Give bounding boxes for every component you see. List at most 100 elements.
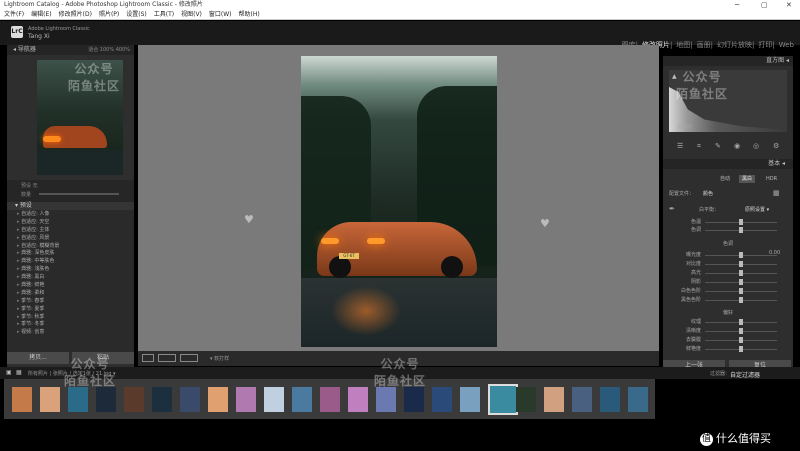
preset-item[interactable]: 季节: 秋季 bbox=[7, 313, 134, 321]
slider-knob[interactable] bbox=[739, 346, 743, 352]
filmstrip-thumbnail[interactable] bbox=[152, 387, 172, 412]
before-after-icon[interactable] bbox=[158, 354, 176, 362]
slider-knob[interactable] bbox=[739, 261, 743, 267]
preset-item[interactable]: 典雅: 黑白 bbox=[7, 273, 134, 281]
watermark: 公众号 陌鱼社区 bbox=[676, 70, 729, 101]
auto-button[interactable]: 自动 bbox=[717, 175, 733, 183]
preset-item[interactable]: 典雅: 柔和 bbox=[7, 289, 134, 297]
preset-item[interactable]: 典雅: 深色皮肤 bbox=[7, 249, 134, 257]
preset-item[interactable]: 季节: 春季 bbox=[7, 297, 134, 305]
preset-item[interactable]: 典雅: 浅肤色 bbox=[7, 265, 134, 273]
module-slideshow[interactable]: 幻灯片放映 bbox=[717, 41, 752, 49]
filmstrip-thumbnail[interactable] bbox=[460, 387, 480, 412]
filmstrip-thumbnail[interactable] bbox=[628, 387, 648, 412]
slider-knob[interactable] bbox=[739, 297, 743, 303]
slider-knob[interactable] bbox=[739, 279, 743, 285]
slider-knob[interactable] bbox=[739, 288, 743, 294]
light-reflection bbox=[331, 286, 401, 336]
hdr-button[interactable]: HDR bbox=[763, 175, 780, 183]
filmstrip-thumbnail[interactable] bbox=[292, 387, 312, 412]
menu-tools[interactable]: 工具(T) bbox=[154, 11, 174, 18]
slider-knob[interactable] bbox=[739, 252, 743, 258]
amount-slider[interactable] bbox=[39, 193, 119, 195]
filmstrip-thumbnail[interactable] bbox=[68, 387, 88, 412]
preset-item[interactable]: 自适应: 模糊背景 bbox=[7, 242, 134, 250]
filmstrip-thumbnail[interactable] bbox=[404, 387, 424, 412]
preset-item[interactable]: 自适应: 风景 bbox=[7, 234, 134, 242]
slider-knob[interactable] bbox=[739, 227, 743, 233]
filmstrip-thumbnail[interactable] bbox=[572, 387, 592, 412]
compare-icon[interactable] bbox=[180, 354, 198, 362]
presets-header[interactable]: ▾ 预设 bbox=[7, 202, 134, 210]
preset-item[interactable]: 典雅: 中等肤色 bbox=[7, 257, 134, 265]
preset-item[interactable]: 自适应: 人像 bbox=[7, 210, 134, 218]
filmstrip-thumbnail[interactable] bbox=[180, 387, 200, 412]
filmstrip-thumbnail[interactable] bbox=[432, 387, 452, 412]
filmstrip-thumbnail[interactable] bbox=[320, 387, 340, 412]
filmstrip-thumbnail[interactable] bbox=[12, 387, 32, 412]
preset-item[interactable]: 自适应: 天空 bbox=[7, 218, 134, 226]
wb-eyedropper-icon[interactable]: ✒ bbox=[669, 205, 675, 213]
profile-browser-icon[interactable]: ▦ bbox=[773, 189, 780, 197]
filmstrip-thumbnail[interactable] bbox=[516, 387, 536, 412]
gear-icon[interactable]: ⚙ bbox=[773, 142, 779, 150]
menu-settings[interactable]: 设置(S) bbox=[126, 11, 147, 18]
menu-edit[interactable]: 编辑(E) bbox=[31, 11, 51, 18]
menu-photo[interactable]: 照片(P) bbox=[99, 11, 119, 18]
menu-view[interactable]: 视图(V) bbox=[181, 11, 202, 18]
module-map[interactable]: 地图 bbox=[676, 41, 690, 49]
minimize-icon[interactable]: ─ bbox=[735, 0, 739, 10]
slider-knob[interactable] bbox=[739, 328, 743, 334]
secondary-display-icon[interactable]: ▣ bbox=[6, 369, 12, 376]
filmstrip-thumbnail[interactable] bbox=[208, 387, 228, 412]
edit-sliders-icon[interactable]: ☰ bbox=[677, 142, 683, 150]
wb-value[interactable]: 原照设置 ▾ bbox=[745, 206, 769, 213]
filmstrip-thumbnail[interactable] bbox=[488, 384, 518, 415]
filter-dropdown[interactable]: 自定过滤器 bbox=[730, 370, 760, 379]
crop-icon[interactable]: ⌗ bbox=[697, 142, 701, 151]
filmstrip-thumbnail[interactable] bbox=[544, 387, 564, 412]
menu-develop[interactable]: 修改照片(D) bbox=[59, 11, 92, 18]
preset-item[interactable]: 自适应: 主体 bbox=[7, 226, 134, 234]
filmstrip-thumbnail[interactable] bbox=[96, 387, 116, 412]
profile-value[interactable]: 颜色 bbox=[703, 190, 713, 197]
filmstrip-thumbnail[interactable] bbox=[348, 387, 368, 412]
bw-button[interactable]: 黑白 bbox=[739, 175, 756, 183]
navigator-header[interactable]: ◂ 导航器 适合 100% 400% bbox=[7, 45, 134, 55]
basic-header[interactable]: 基本 ◂ bbox=[663, 159, 793, 169]
filmstrip-thumbnail[interactable] bbox=[264, 387, 284, 412]
loupe-view-icon[interactable] bbox=[142, 354, 154, 362]
slider-knob[interactable] bbox=[739, 319, 743, 325]
module-print[interactable]: 打印 bbox=[758, 41, 772, 49]
filmstrip-thumbnail[interactable] bbox=[236, 387, 256, 412]
menu-help[interactable]: 帮助(H) bbox=[239, 11, 260, 18]
filmstrip-thumbnail[interactable] bbox=[600, 387, 620, 412]
mask-icon[interactable]: ◎ bbox=[753, 142, 759, 150]
healing-icon[interactable]: ✎ bbox=[715, 142, 721, 150]
grid-icon[interactable]: ▦ bbox=[16, 369, 22, 376]
copy-button[interactable]: 拷贝... bbox=[7, 352, 69, 364]
module-web[interactable]: Web bbox=[779, 41, 794, 49]
preset-item[interactable]: 典雅: 鲜艳 bbox=[7, 281, 134, 289]
menu-file[interactable]: 文件(F) bbox=[4, 11, 24, 18]
slider-knob[interactable] bbox=[739, 270, 743, 276]
soft-proof-toggle[interactable]: ▾ 软打样 bbox=[210, 355, 229, 362]
identity-text: Adobe Lightroom Classic Tang Xi bbox=[28, 26, 90, 40]
red-eye-icon[interactable]: ◉ bbox=[734, 142, 740, 150]
main-photo[interactable]: GT-6T bbox=[301, 56, 497, 347]
filmstrip-thumbnail[interactable] bbox=[376, 387, 396, 412]
preset-item[interactable]: 季节: 夏季 bbox=[7, 305, 134, 313]
filmstrip-thumbnail[interactable] bbox=[40, 387, 60, 412]
preset-item[interactable]: 视频: 创意 bbox=[7, 328, 134, 336]
slider-knob[interactable] bbox=[739, 219, 743, 225]
module-book[interactable]: 画册 bbox=[697, 41, 711, 49]
slider-knob[interactable] bbox=[739, 337, 743, 343]
close-icon[interactable]: ✕ bbox=[786, 0, 792, 10]
image-canvas[interactable]: GT-6T ♥ ♥ bbox=[138, 45, 659, 351]
histogram-header[interactable]: 直方图 ◂ bbox=[663, 56, 793, 66]
navigator-zoom[interactable]: 适合 100% 400% bbox=[88, 45, 130, 55]
preset-item[interactable]: 季节: 冬季 bbox=[7, 320, 134, 328]
maximize-icon[interactable]: ▢ bbox=[761, 0, 768, 10]
filmstrip-thumbnail[interactable] bbox=[124, 387, 144, 412]
menu-window[interactable]: 窗口(W) bbox=[209, 11, 232, 18]
